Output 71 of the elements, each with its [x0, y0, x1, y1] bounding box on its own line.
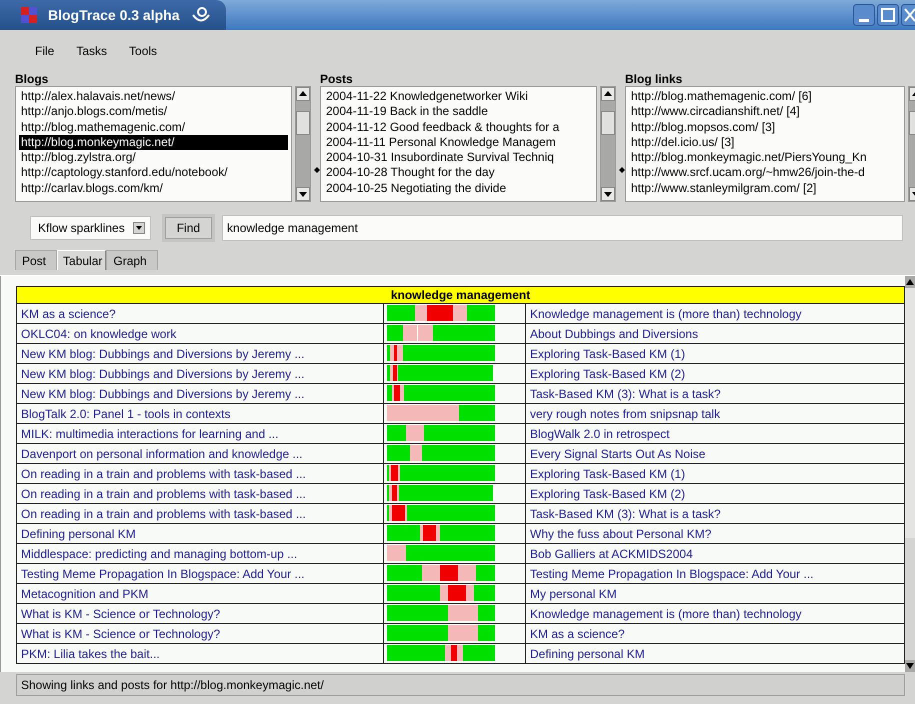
link-title[interactable]: Exploring Task-Based KM (1)	[526, 344, 905, 364]
post-link[interactable]: BlogTalk 2.0: Panel 1 - tools in contexts	[16, 404, 384, 424]
table-title: knowledge management	[16, 286, 905, 304]
link-title[interactable]: Bob Galliers at ACKMIDS2004	[526, 544, 905, 564]
link-title[interactable]: Defining personal KM	[526, 644, 905, 664]
list-item[interactable]: 2004-10-25 Negotiating the divide	[324, 180, 593, 196]
post-link[interactable]: On reading in a train and problems with task-based ...	[16, 504, 384, 524]
post-link[interactable]: PKM: Lilia takes the bait...	[16, 644, 384, 664]
post-link[interactable]: OKLC04: on knowledge work	[16, 324, 384, 344]
list-item[interactable]: http://blog.zylstra.org/	[19, 150, 288, 166]
post-link[interactable]: MILK: multimedia interactions for learning and ...	[16, 424, 384, 444]
post-link[interactable]: Davenport on personal information and knowledge ...	[16, 444, 384, 464]
window-title: BlogTrace 0.3 alpha	[48, 7, 180, 23]
link-title[interactable]: Exploring Task-Based KM (1)	[526, 464, 905, 484]
menu-item[interactable]: File	[35, 44, 54, 68]
link-title[interactable]: very rough notes from snipsnap talk	[526, 404, 905, 424]
post-link[interactable]: Defining personal KM	[16, 524, 384, 544]
post-link[interactable]: New KM blog: Dubbings and Diversions by Jeremy ...	[16, 344, 384, 364]
post-link[interactable]: On reading in a train and problems with task-based ...	[16, 484, 384, 504]
list-item[interactable]: http://alex.halavais.net/news/	[19, 89, 288, 104]
link-title[interactable]: BlogWalk 2.0 in retrospect	[526, 424, 905, 444]
link-title[interactable]: Every Signal Starts Out As Noise	[526, 444, 905, 464]
link-title[interactable]: Exploring Task-Based KM (2)	[526, 484, 905, 504]
list-item[interactable]: 2004-10-31 Insubordinate Survival Techniq	[324, 150, 593, 166]
link-title[interactable]: Exploring Task-Based KM (2)	[526, 364, 905, 384]
menu-item[interactable]: Tools	[129, 44, 158, 68]
list-item[interactable]: http://captology.stanford.edu/notebook/	[19, 165, 288, 181]
search-field[interactable]: knowledge management	[222, 214, 903, 240]
post-link[interactable]: New KM blog: Dubbings and Diversions by Jeremy ...	[16, 384, 384, 404]
link-title[interactable]: KM as a science?	[526, 624, 905, 644]
menu-item[interactable]: Tasks	[76, 44, 108, 68]
tab[interactable]: Graph	[106, 250, 158, 270]
post-link[interactable]: KM as a science?	[16, 304, 384, 324]
list-item[interactable]: http://del.icio.us/ [3]	[629, 134, 901, 150]
list-item[interactable]: http://blog.mathemagenic.com/ [6]	[629, 89, 901, 104]
list-item[interactable]: 2004-11-19 Back in the saddle	[324, 104, 593, 120]
post-link[interactable]: Middlespace: predicting and managing bottom-up ...	[16, 544, 384, 564]
post-link[interactable]: New KM blog: Dubbings and Diversions by Jeremy ...	[16, 364, 384, 384]
list-item[interactable]: 2004-11-12 Good feedback & thoughts for a	[324, 120, 593, 135]
list-item[interactable]: http://carlav.blogs.com/km/	[19, 180, 288, 196]
post-link[interactable]: On reading in a train and problems with task-based ...	[16, 464, 384, 484]
view-select[interactable]: Kflow sparklines	[30, 216, 151, 240]
link-title[interactable]: About Dubbings and Diversions	[526, 324, 905, 344]
list-item[interactable]: http://blog.mopsos.com/ [3]	[629, 120, 901, 135]
list-item[interactable]: 2004-11-22 Knowledgenetworker Wiki	[324, 89, 593, 104]
post-link[interactable]: What is KM - Science or Technology?	[16, 624, 384, 644]
panel-label: Blogs	[15, 72, 50, 86]
list-item[interactable]: http://blog.monkeymagic.net/	[19, 134, 288, 150]
link-title[interactable]: Why the fuss about Personal KM?	[526, 524, 905, 544]
link-title[interactable]: Task-Based KM (3): What is a task?	[526, 384, 905, 404]
list-item[interactable]: http://anjo.blogs.com/metis/	[19, 104, 288, 120]
list-item[interactable]: http://www.stanleymilgram.com/ [2]	[629, 180, 901, 196]
list-item[interactable]: http://www.srcf.ucam.org/~hmw26/join-the-d	[629, 165, 901, 181]
link-title[interactable]: Task-Based KM (3): What is a task?	[526, 504, 905, 524]
link-title[interactable]: My personal KM	[526, 584, 905, 604]
post-link[interactable]: What is KM - Science or Technology?	[16, 604, 384, 624]
tab[interactable]: Tabular	[57, 250, 106, 270]
status-bar: Showing links and posts for http://blog.monkeymagic.net/	[16, 674, 905, 696]
tab[interactable]: Post	[15, 250, 58, 270]
post-link[interactable]: Testing Meme Propagation In Blogspace: Add Your ...	[16, 564, 384, 584]
post-link[interactable]: Metacognition and PKM	[16, 584, 384, 604]
list-item[interactable]: http://blog.mathemagenic.com/	[19, 120, 288, 135]
link-title[interactable]: Testing Meme Propagation In Blogspace: Add Your ...	[526, 564, 905, 584]
panel-label: Blog links	[625, 72, 684, 86]
link-title[interactable]: Knowledge management is (more than) technology	[526, 604, 905, 624]
panel-label: Posts	[320, 72, 354, 86]
list-item[interactable]: 2004-11-11 Personal Knowledge Managem	[324, 134, 593, 150]
list-item[interactable]: http://www.circadianshift.net/ [4]	[629, 104, 901, 120]
link-title[interactable]: Knowledge management is (more than) technology	[526, 304, 905, 324]
list-item[interactable]: http://blog.monkeymagic.net/PiersYoung_Kn	[629, 150, 901, 166]
list-item[interactable]: 2004-10-28 Thought for the day	[324, 165, 593, 181]
